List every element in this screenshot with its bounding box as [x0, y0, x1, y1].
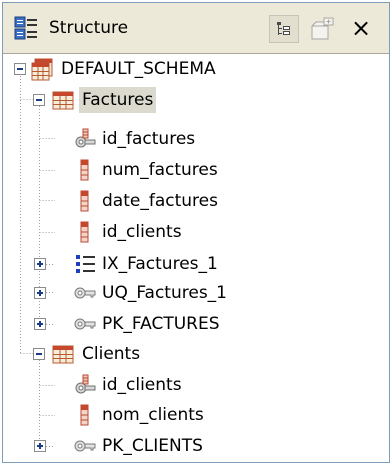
tree-item-label: Factures: [79, 87, 157, 113]
expand-icon[interactable]: [34, 258, 46, 270]
structure-view-icon: [14, 16, 38, 40]
tree-item-label: IX_Factures_1: [102, 254, 218, 274]
tree-item-column[interactable]: num_factures: [3, 155, 389, 185]
collapse-icon[interactable]: [33, 94, 45, 106]
hierarchy-toggle-button[interactable]: [269, 15, 299, 43]
structure-tree: DEFAULT_SCHEMA Factures id_factures num_…: [3, 54, 389, 462]
column-icon: [73, 189, 97, 213]
index-icon: [73, 252, 97, 276]
tree-item-label: nom_clients: [102, 405, 204, 425]
tree-item-label: Clients: [82, 344, 141, 364]
tree-item-label: PK_CLIENTS: [102, 436, 203, 456]
new-window-icon: [310, 17, 334, 45]
table-icon: [51, 88, 75, 112]
tree-item-table-clients[interactable]: Clients: [3, 339, 389, 369]
primary-key-column-icon: [73, 127, 97, 151]
database-schema-icon: [31, 57, 55, 81]
key-constraint-icon: [73, 312, 97, 336]
key-constraint-icon: [73, 281, 97, 305]
tree-item-column[interactable]: nom_clients: [3, 400, 389, 430]
expand-icon[interactable]: [34, 440, 46, 452]
tree-item-constraint[interactable]: PK_FACTURES: [3, 309, 389, 339]
view-header: Structure ×: [3, 3, 389, 54]
column-icon: [73, 403, 97, 427]
tree-item-schema[interactable]: DEFAULT_SCHEMA: [3, 54, 389, 84]
collapse-icon[interactable]: [14, 63, 26, 75]
tree-item-column[interactable]: id_clients: [3, 370, 389, 400]
tree-item-label: PK_FACTURES: [102, 314, 220, 334]
close-icon[interactable]: ×: [349, 13, 373, 43]
tree-item-column[interactable]: id_factures: [3, 124, 389, 154]
tree-item-label: DEFAULT_SCHEMA: [61, 59, 216, 79]
tree-item-label: num_factures: [102, 160, 218, 180]
tree-item-column[interactable]: date_factures: [3, 186, 389, 216]
key-constraint-icon: [73, 434, 97, 458]
view-title: Structure: [49, 18, 129, 38]
tree-item-constraint[interactable]: PK_CLIENTS: [3, 431, 389, 461]
column-icon: [73, 220, 97, 244]
collapse-icon[interactable]: [33, 348, 45, 360]
structure-view: Structure × DEFAULT_SCHEMA Factures id_f…: [2, 2, 390, 463]
hierarchy-toggle-icon: [276, 21, 292, 41]
tree-item-constraint[interactable]: UQ_Factures_1: [3, 278, 389, 308]
tree-item-label: id_clients: [102, 375, 182, 395]
tree-item-column[interactable]: id_clients: [3, 217, 389, 247]
tree-item-label: date_factures: [102, 191, 218, 211]
expand-icon[interactable]: [34, 287, 46, 299]
tree-item-index[interactable]: IX_Factures_1: [3, 249, 389, 279]
column-icon: [73, 158, 97, 182]
tree-item-table-factures[interactable]: Factures: [3, 85, 389, 115]
tree-item-label: id_factures: [102, 129, 196, 149]
new-window-button[interactable]: [307, 15, 337, 43]
tree-item-label: id_clients: [102, 222, 182, 242]
expand-icon[interactable]: [34, 318, 46, 330]
table-icon: [51, 342, 75, 366]
primary-key-column-icon: [73, 373, 97, 397]
tree-item-label: UQ_Factures_1: [102, 283, 227, 303]
